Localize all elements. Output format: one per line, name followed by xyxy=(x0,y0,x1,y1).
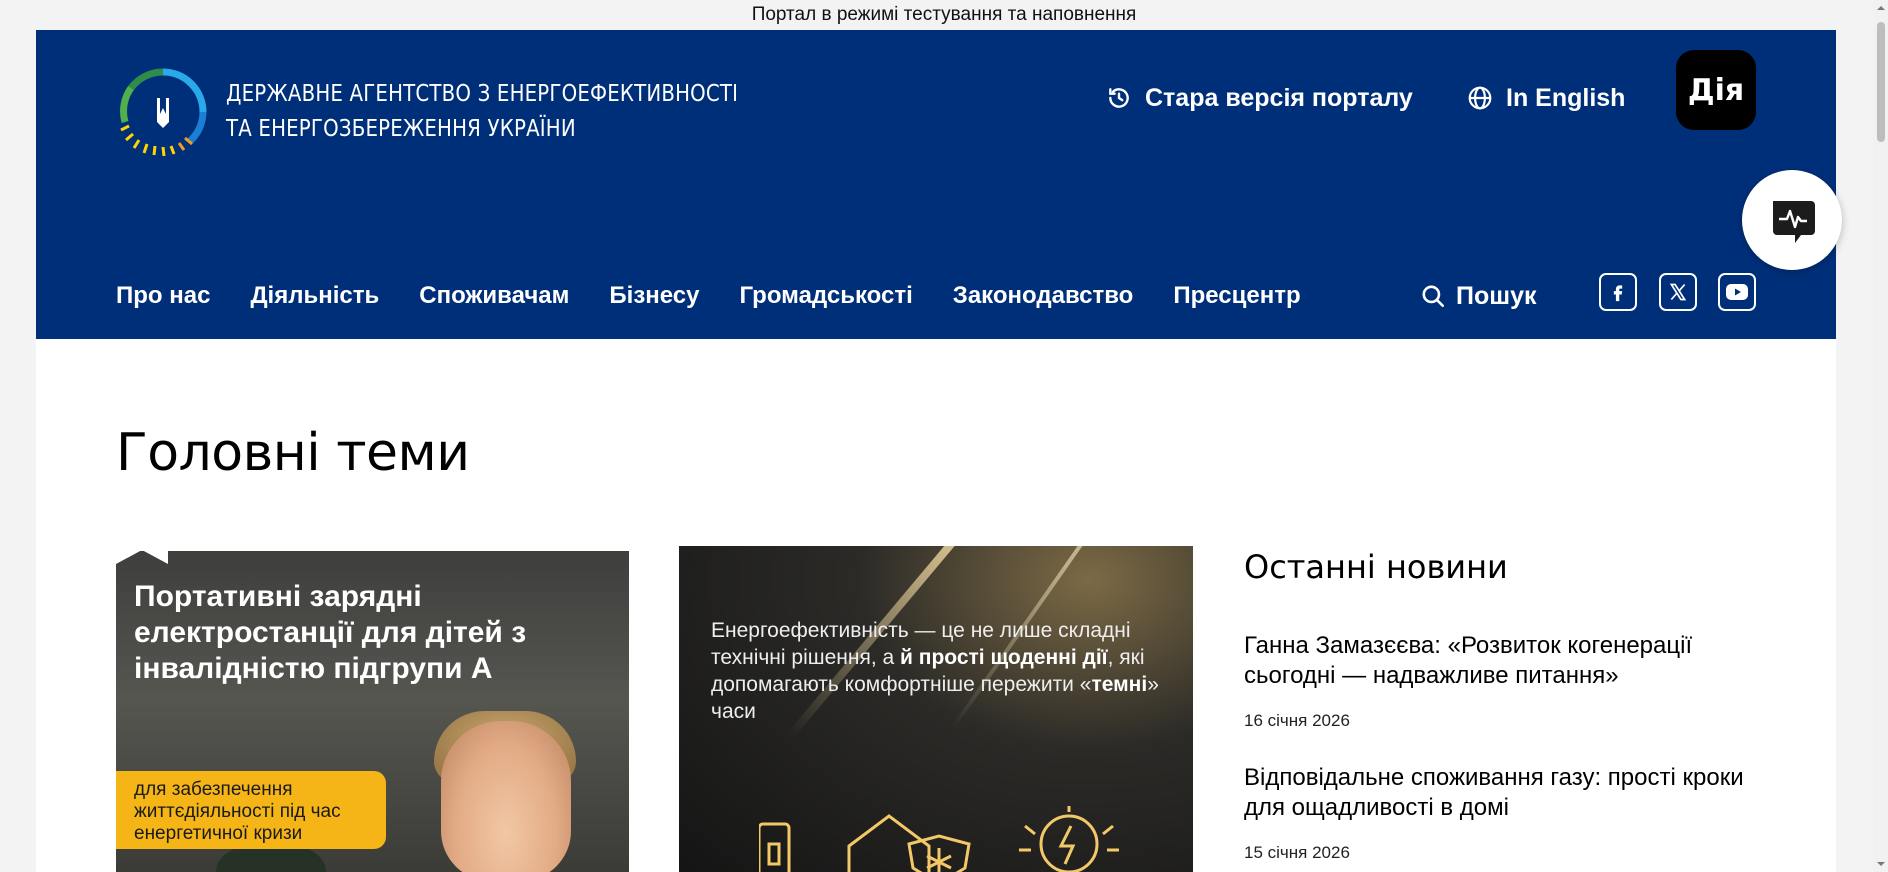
nav-item-public[interactable]: Громадськості xyxy=(739,282,912,310)
nav-item-activity[interactable]: Діяльність xyxy=(250,282,379,310)
agency-name-line1: Державне агентство з енергоефективності xyxy=(226,81,739,107)
card-title: Портативні зарядні електростанції для ді… xyxy=(134,580,527,685)
nav-item-about[interactable]: Про нас xyxy=(116,282,210,310)
card-text-bold: й прості щоденні дії xyxy=(900,646,1108,669)
site-header: Державне агентство з енергоефективності … xyxy=(36,30,1836,339)
diia-button[interactable]: Дія xyxy=(1676,50,1756,130)
testing-banner: Портал в режимі тестування та наповнення xyxy=(0,0,1888,30)
energy-icons xyxy=(759,806,1119,872)
x-link[interactable] xyxy=(1659,273,1697,311)
card-image-boy xyxy=(441,721,571,872)
search-label: Пошук xyxy=(1456,281,1537,310)
card-note: для забезпечення життєдіяльності під час… xyxy=(116,771,386,849)
agency-name[interactable]: Державне агентство з енергоефективності … xyxy=(226,77,738,147)
card-text: Енергоефективність — це не лише складні … xyxy=(711,617,1161,725)
old-version-label: Стара версія порталу xyxy=(1145,83,1413,112)
news-item[interactable]: Ганна Замазєєва: «Розвиток когенерації с… xyxy=(1244,631,1764,731)
agency-name-line2: та енергозбереження України xyxy=(226,116,576,142)
news-date: 16 січня 2026 xyxy=(1244,711,1350,730)
latest-news-heading: Останні новини xyxy=(1244,548,1508,586)
topic-card-charging-stations[interactable]: Портативні зарядні електростанції для ді… xyxy=(116,551,629,872)
globe-icon xyxy=(1466,84,1494,112)
news-title[interactable]: Відповідальне споживання газу: прості кр… xyxy=(1244,763,1764,823)
search-button[interactable]: Пошук xyxy=(1420,276,1537,316)
main-nav: Про нас Діяльність Споживачам Бізнесу Гр… xyxy=(116,276,1341,316)
english-link[interactable]: In English xyxy=(1466,76,1625,120)
news-title[interactable]: Ганна Замазєєва: «Розвиток когенерації с… xyxy=(1244,631,1764,691)
facebook-icon xyxy=(1613,285,1623,302)
history-icon xyxy=(1105,84,1133,112)
facebook-link[interactable] xyxy=(1599,273,1637,311)
nav-item-consumers[interactable]: Споживачам xyxy=(419,282,569,310)
scroll-up-arrow-icon[interactable] xyxy=(1876,3,1886,13)
youtube-icon xyxy=(1726,284,1748,300)
feedback-button[interactable] xyxy=(1742,170,1842,270)
nav-item-press[interactable]: Пресцентр xyxy=(1173,282,1300,310)
feedback-icon xyxy=(1773,201,1815,243)
english-label: In English xyxy=(1506,83,1626,112)
card-text-bold: темні xyxy=(1091,673,1148,696)
page-title: Головні теми xyxy=(116,423,470,483)
search-icon xyxy=(1420,283,1446,309)
x-icon xyxy=(1669,283,1687,301)
news-item[interactable]: Відповідальне споживання газу: прості кр… xyxy=(1244,763,1764,863)
scroll-down-arrow-icon[interactable] xyxy=(1876,859,1886,869)
nav-item-legislation[interactable]: Законодавство xyxy=(953,282,1134,310)
card-notch xyxy=(116,551,168,564)
agency-logo[interactable] xyxy=(115,64,211,160)
diia-label: Дія xyxy=(1687,72,1745,108)
youtube-link[interactable] xyxy=(1718,273,1756,311)
page: Державне агентство з енергоефективності … xyxy=(36,30,1836,872)
topic-card-energy-efficiency[interactable]: Енергоефективність — це не лише складні … xyxy=(679,546,1193,872)
nav-item-business[interactable]: Бізнесу xyxy=(609,282,699,310)
news-date: 15 січня 2026 xyxy=(1244,843,1350,862)
old-version-link[interactable]: Стара версія порталу xyxy=(1105,76,1413,120)
scrollbar-thumb[interactable] xyxy=(1877,22,1885,142)
